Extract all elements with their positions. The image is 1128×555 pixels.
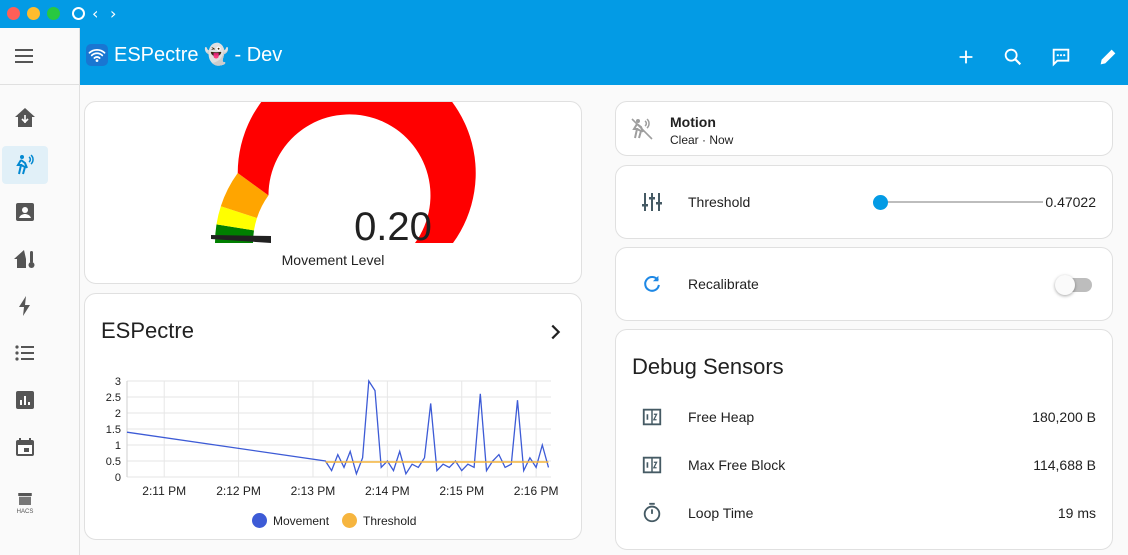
forward-icon[interactable]: › — [110, 4, 116, 23]
x-tick-label: 2:16 PM — [514, 484, 559, 498]
gauge-card[interactable]: 0.20 Movement Level — [84, 101, 582, 284]
debug-row[interactable]: Loop Time 19 ms — [616, 492, 1114, 532]
y-tick-label: 0 — [115, 472, 121, 484]
motion-off-icon — [631, 118, 653, 140]
y-tick-label: 0.5 — [106, 456, 121, 468]
y-tick-label: 1.5 — [106, 424, 121, 436]
add-button[interactable] — [953, 44, 979, 70]
overview-icon — [15, 108, 35, 127]
debug-row-value: 114,688 B — [1033, 457, 1096, 473]
page-title-group: ESPectre 👻 - Dev — [86, 42, 282, 67]
search-button[interactable] — [1000, 44, 1026, 70]
legend-movement-swatch — [252, 513, 267, 528]
numeric-icon — [640, 405, 664, 429]
assist-button[interactable] — [1048, 44, 1074, 70]
legend-threshold[interactable]: Threshold — [342, 513, 416, 528]
refresh-icon — [640, 272, 664, 296]
search-icon — [1004, 48, 1022, 66]
back-icon[interactable]: ‹ — [92, 4, 98, 23]
recalibrate-toggle[interactable] — [1055, 275, 1092, 295]
logbook-icon — [15, 345, 34, 361]
hacs-icon — [18, 492, 32, 505]
debug-row-label: Max Free Block — [688, 457, 786, 473]
y-tick-label: 2 — [115, 408, 121, 420]
x-tick-label: 2:15 PM — [439, 484, 484, 498]
edit-button[interactable] — [1095, 44, 1121, 70]
threshold-card: Threshold 0.47022 — [615, 165, 1113, 239]
hacs-label: HACS — [16, 508, 34, 515]
motion-name: Motion — [670, 114, 716, 130]
sidebar-item-motion[interactable] — [2, 146, 48, 184]
sidebar-item-logbook[interactable] — [2, 334, 48, 372]
gauge-label: Movement Level — [281, 252, 385, 268]
motion-icon — [16, 154, 34, 175]
add-icon — [959, 50, 973, 64]
profile-icon — [16, 203, 34, 221]
app-header: ESPectre 👻 - Dev — [80, 28, 1128, 85]
recalibrate-label: Recalibrate — [688, 276, 759, 292]
sidebar: HACS — [0, 85, 80, 555]
motion-tile[interactable]: Motion Clear · Now — [615, 101, 1113, 156]
debug-row-label: Loop Time — [688, 505, 754, 521]
x-tick-label: 2:12 PM — [216, 484, 261, 498]
sidebar-item-climate[interactable] — [2, 240, 48, 278]
debug-sensors-card: Debug Sensors Free Heap 180,200 B Max Fr… — [615, 329, 1113, 550]
window-titlebar: ‹ › — [0, 0, 1128, 28]
debug-title: Debug Sensors — [632, 354, 784, 379]
history-graph-card[interactable]: ESPectre 0 0.5 1 1.5 2 2.5 3 2:11 PM 2:12 PM 2:13… — [84, 293, 582, 540]
calendar-icon — [16, 438, 34, 456]
gauge-value: 0.20 — [354, 205, 432, 249]
x-tick-label: 2:14 PM — [365, 484, 410, 498]
threshold-value: 0.47022 — [1045, 194, 1096, 210]
legend-movement[interactable]: Movement — [252, 513, 329, 528]
recalibrate-card: Recalibrate — [615, 247, 1113, 321]
x-tick-label: 2:11 PM — [142, 484, 186, 498]
debug-row-value: 19 ms — [1057, 505, 1096, 521]
wifi-icon — [86, 43, 108, 66]
close-window-button[interactable] — [7, 7, 20, 20]
home-thermometer-icon — [14, 250, 35, 268]
sidebar-item-profile[interactable] — [2, 193, 48, 231]
assist-icon — [1052, 48, 1070, 67]
edit-icon — [1100, 49, 1116, 65]
threshold-label: Threshold — [688, 194, 751, 210]
page-title: ESPectre 👻 - Dev — [114, 44, 283, 66]
legend-threshold-swatch — [342, 513, 357, 528]
debug-row[interactable]: Free Heap 180,200 B — [616, 396, 1114, 436]
timer-icon — [640, 501, 664, 525]
energy-icon — [19, 296, 30, 316]
tune-icon — [640, 190, 664, 214]
sidebar-header — [0, 28, 80, 85]
y-tick-label: 1 — [115, 440, 121, 452]
debug-row[interactable]: Max Free Block 114,688 B — [616, 444, 1114, 484]
minimize-window-button[interactable] — [27, 7, 40, 20]
sidebar-item-energy[interactable] — [2, 287, 48, 325]
sidebar-item-hacs[interactable]: HACS — [2, 483, 48, 521]
y-tick-label: 3 — [115, 376, 121, 388]
toggle-knob — [1055, 275, 1075, 295]
y-tick-label: 2.5 — [106, 392, 121, 404]
debug-row-label: Free Heap — [688, 409, 755, 425]
legend-threshold-label: Threshold — [363, 513, 417, 528]
sidebar-item-overview[interactable] — [2, 99, 48, 137]
sidebar-item-calendar[interactable] — [2, 428, 48, 466]
history-icon — [16, 391, 34, 409]
debug-row-value: 180,200 B — [1032, 409, 1096, 425]
compass-icon[interactable] — [72, 7, 85, 20]
menu-icon[interactable] — [12, 44, 36, 68]
x-tick-label: 2:13 PM — [291, 484, 336, 498]
history-chart: 0 0.5 1 1.5 2 2.5 3 2:11 PM 2:12 PM 2:13 PM 2:14 P… — [106, 376, 559, 498]
legend-movement-label: Movement — [273, 513, 330, 528]
maximize-window-button[interactable] — [47, 7, 60, 20]
sidebar-item-history[interactable] — [2, 381, 48, 419]
motion-state: Clear · Now — [670, 133, 734, 147]
numeric-icon — [640, 453, 664, 477]
slider-thumb[interactable] — [873, 195, 889, 210]
series-line-movement — [126, 379, 550, 476]
